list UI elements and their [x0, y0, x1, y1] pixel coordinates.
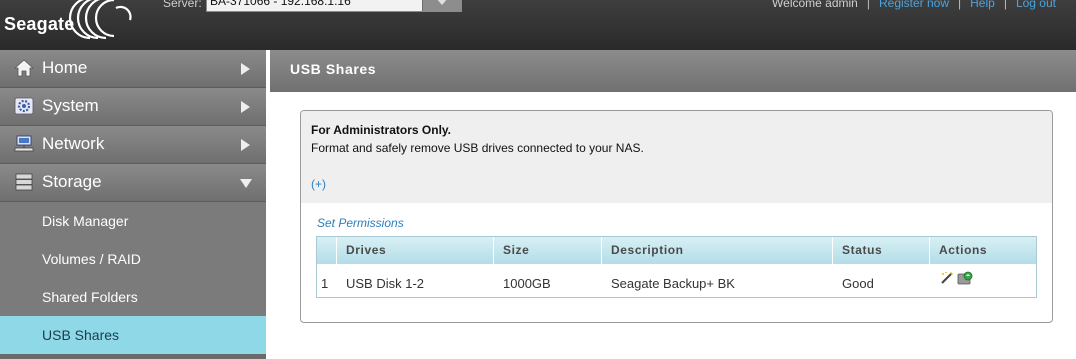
set-permissions-link[interactable]: Set Permissions	[317, 216, 404, 230]
chevron-right-icon	[241, 101, 250, 113]
sidebar-divider	[266, 50, 270, 359]
page-title: USB Shares	[290, 61, 377, 77]
network-icon	[14, 135, 34, 152]
sidebar-subitem-label: Disk Manager	[42, 213, 129, 229]
top-header: Seagate Server: BA-371066 - 192.168.1.16…	[0, 0, 1076, 50]
nav-separator: |	[958, 0, 962, 10]
column-divider	[493, 237, 494, 264]
sidebar-item-label: Home	[42, 58, 88, 77]
server-select-value: BA-371066 - 192.168.1.16	[210, 0, 351, 8]
edit-icon[interactable]	[940, 271, 954, 285]
storage-icon	[15, 173, 33, 191]
sidebar-subitem-shared-folders[interactable]: Shared Folders	[0, 278, 267, 316]
admin-notice: For Administrators Only. Format and safe…	[301, 111, 1052, 203]
drive-name: USB Disk 1-2	[346, 276, 425, 291]
sidebar-subitem-usb-shares[interactable]: USB Shares	[0, 316, 267, 354]
sidebar-subitem-label: Volumes / RAID	[42, 251, 141, 267]
seagate-logo-icon	[68, 0, 132, 40]
table-header: Drives Size Description Status Actions	[317, 237, 1036, 264]
expand-link[interactable]: (+)	[311, 177, 326, 191]
usb-shares-panel: For Administrators Only. Format and safe…	[300, 110, 1053, 323]
row-index: 1	[321, 276, 329, 291]
column-header-size[interactable]: Size	[503, 243, 529, 257]
welcome-text: Welcome admin	[772, 0, 858, 10]
admin-notice-description: Format and safely remove USB drives conn…	[311, 141, 644, 155]
server-label: Server:	[163, 0, 202, 10]
nav-separator: |	[1003, 0, 1007, 10]
eject-icon[interactable]	[957, 271, 973, 285]
column-header-status[interactable]: Status	[842, 243, 882, 257]
column-header-description[interactable]: Description	[611, 243, 684, 257]
sidebar-subitem-label: Shared Folders	[42, 289, 138, 305]
column-divider	[929, 237, 930, 264]
column-divider	[336, 237, 337, 264]
sidebar-item-storage[interactable]: Storage	[0, 164, 267, 202]
sidebar-item-label: Storage	[42, 172, 102, 191]
column-header-actions: Actions	[939, 243, 988, 257]
register-now-link[interactable]: Register now	[879, 0, 949, 10]
sidebar-subitem-disk-manager[interactable]: Disk Manager	[0, 202, 267, 240]
sidebar-subitem-volumes-raid[interactable]: Volumes / RAID	[0, 240, 267, 278]
content-title-bar: USB Shares	[270, 50, 1076, 92]
drive-status: Good	[842, 276, 874, 291]
chevron-right-icon	[241, 139, 250, 151]
server-select-toggle[interactable]	[422, 0, 461, 11]
logout-link[interactable]: Log out	[1016, 0, 1056, 10]
admin-notice-title: For Administrators Only.	[311, 123, 452, 137]
chevron-right-icon	[241, 63, 250, 75]
sidebar-item-network[interactable]: Network	[0, 126, 267, 164]
sidebar-item-label: Network	[42, 134, 105, 153]
sidebar-item-system[interactable]: System	[0, 88, 267, 126]
sidebar-subitem-label: USB Shares	[42, 327, 120, 343]
help-link[interactable]: Help	[970, 0, 995, 10]
top-nav: Welcome admin | Register now | Help | Log out	[772, 0, 1056, 10]
chevron-down-icon	[436, 0, 448, 5]
drive-size: 1000GB	[503, 276, 551, 291]
home-icon	[14, 59, 34, 77]
nav-separator: |	[866, 0, 870, 10]
drive-description: Seagate Backup+ BK	[611, 276, 735, 291]
sidebar-item-home[interactable]: Home	[0, 50, 267, 88]
usb-drives-table: Drives Size Description Status Actions 1…	[316, 236, 1037, 298]
gear-icon	[14, 97, 34, 115]
column-divider	[832, 237, 833, 264]
sidebar-item-label: System	[42, 96, 99, 115]
server-select[interactable]: BA-371066 - 192.168.1.16	[206, 0, 462, 12]
column-divider	[601, 237, 602, 264]
chevron-down-icon	[240, 179, 252, 188]
column-header-drives[interactable]: Drives	[346, 243, 386, 257]
sidebar: Home System Network Storage Disk Manager	[0, 50, 267, 359]
